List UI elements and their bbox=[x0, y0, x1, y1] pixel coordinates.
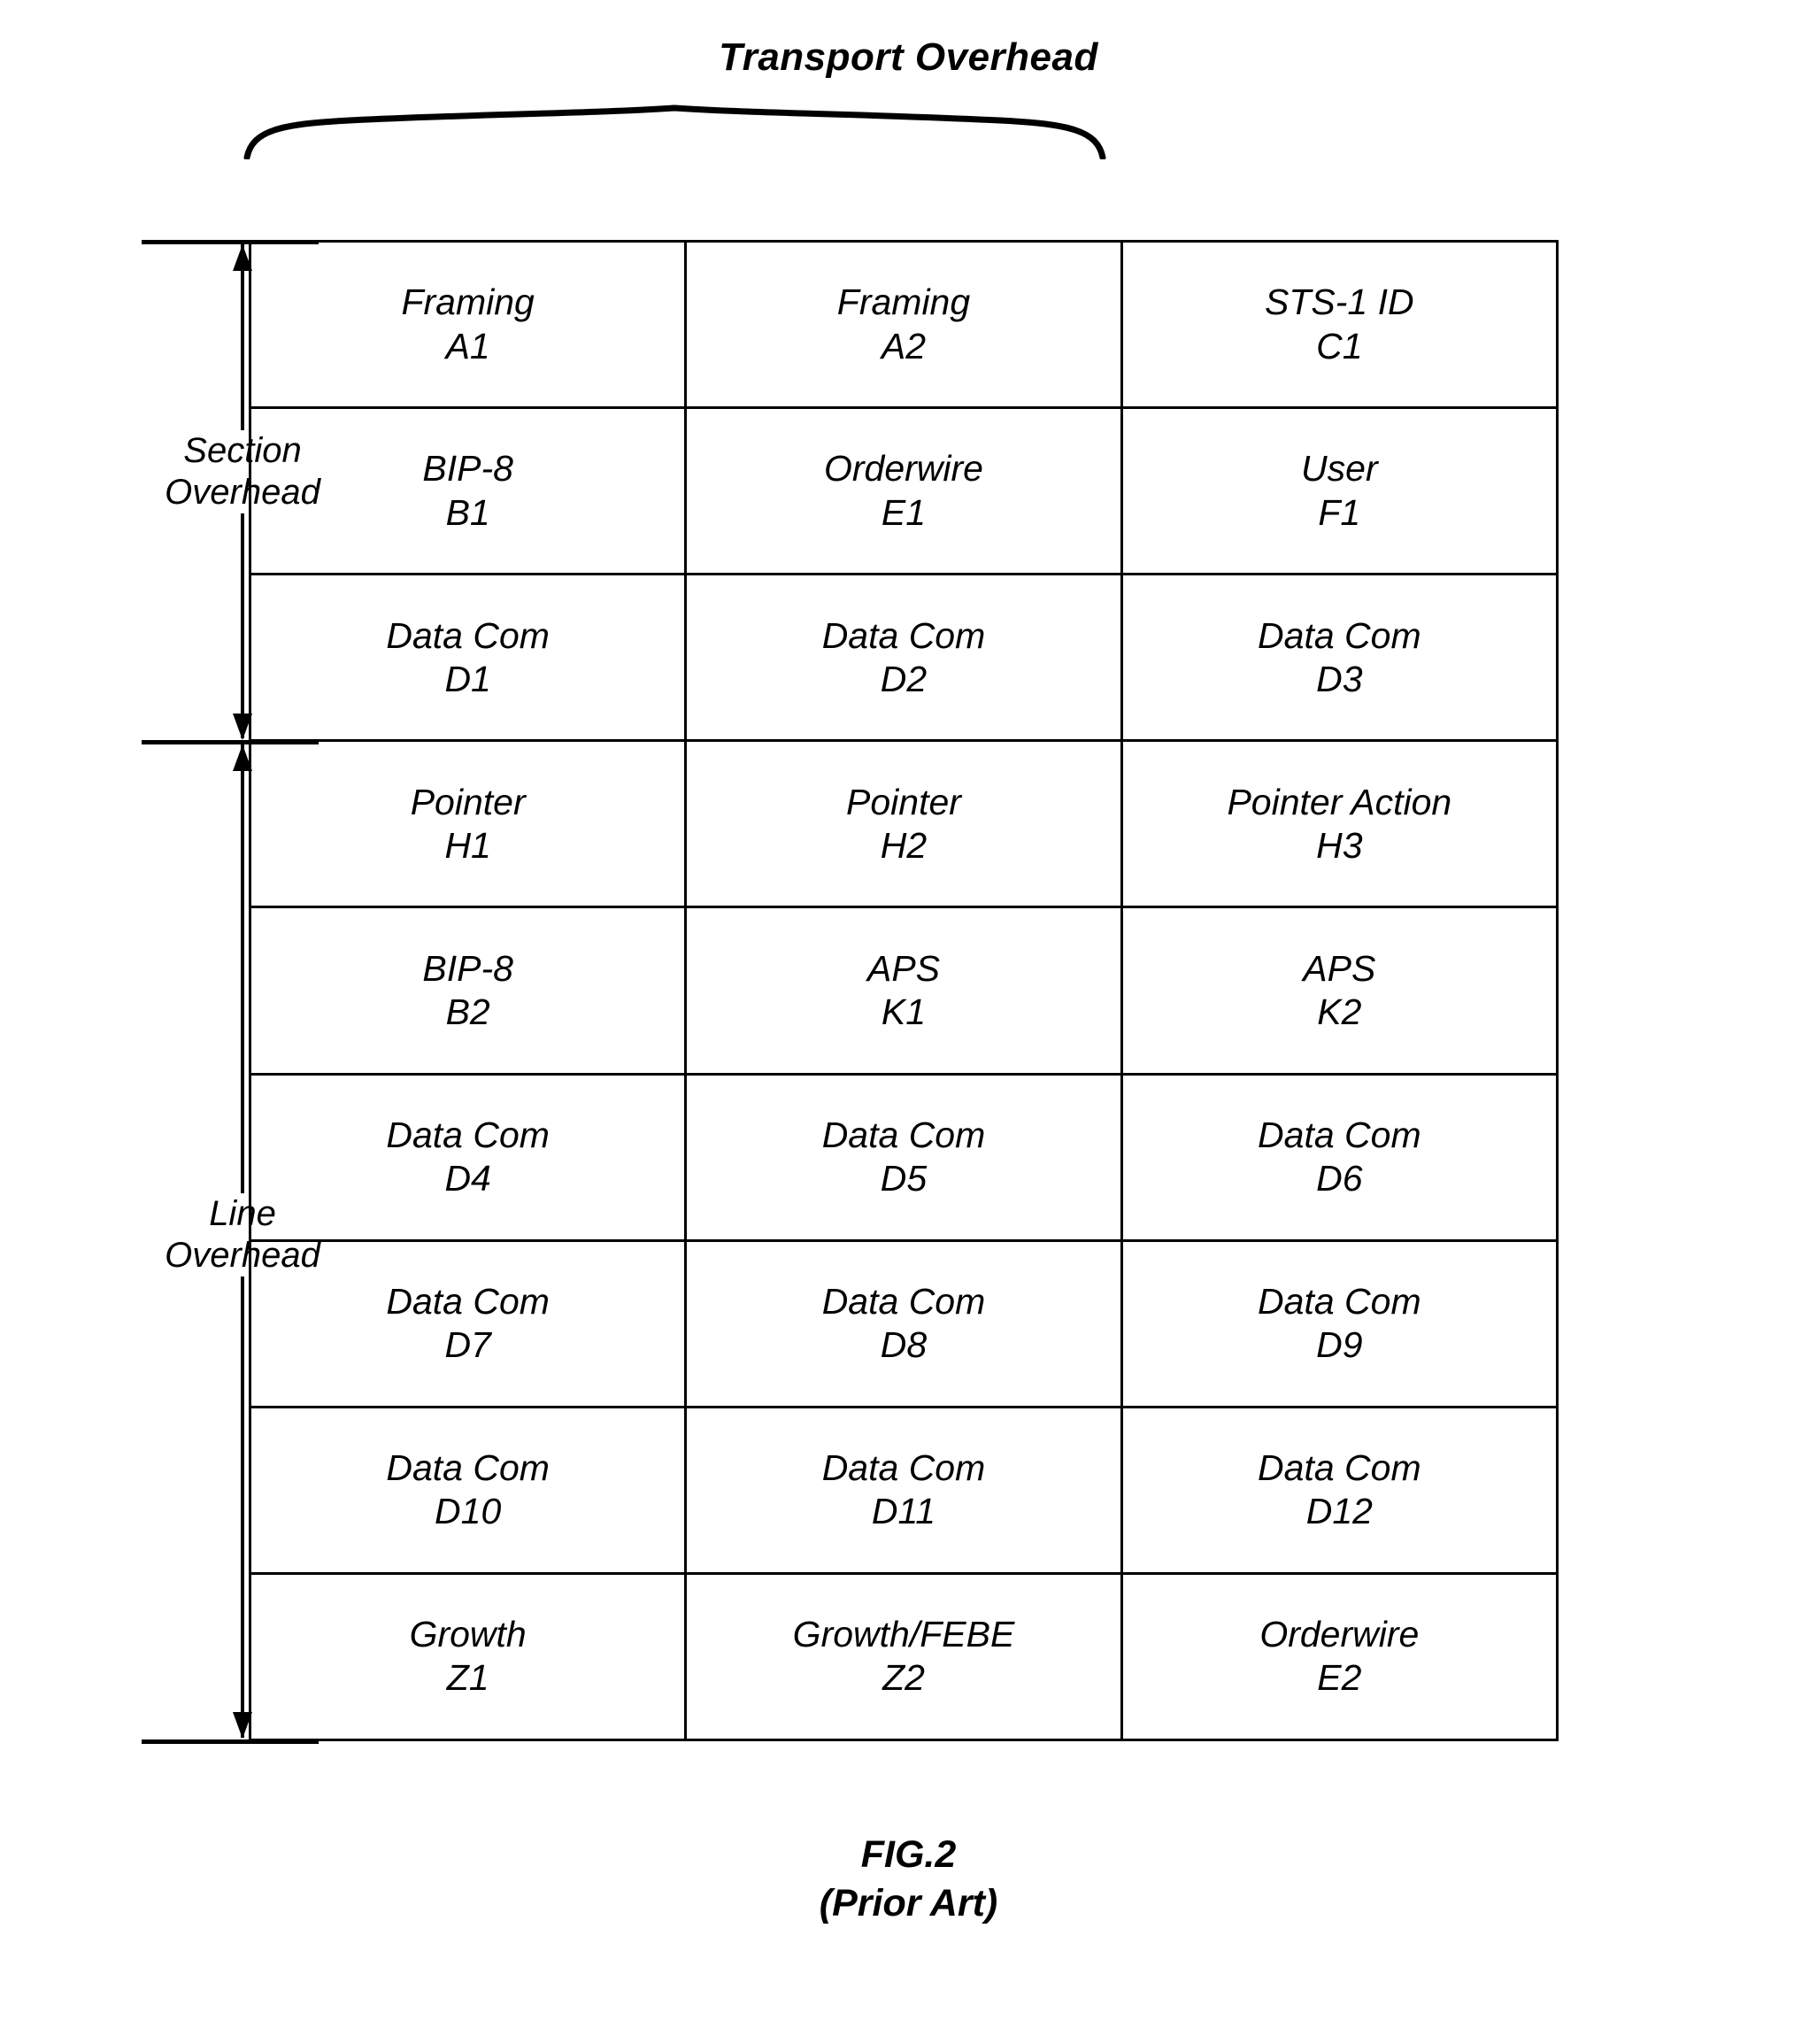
overhead-byte-code: D2 bbox=[880, 658, 928, 699]
overhead-byte-cell: Orderwire E2 bbox=[1120, 1571, 1559, 1742]
overhead-byte-name: Data Com bbox=[821, 1447, 986, 1489]
overhead-byte-code: D4 bbox=[444, 1158, 491, 1199]
overhead-byte-cell: Data Com D6 bbox=[1120, 1072, 1559, 1242]
overhead-byte-name: Orderwire bbox=[1259, 1614, 1420, 1655]
overhead-byte-code: H1 bbox=[444, 824, 491, 866]
overhead-byte-cell: STS-1 ID C1 bbox=[1120, 239, 1559, 410]
overhead-byte-code: D10 bbox=[435, 1491, 502, 1532]
overhead-byte-code: D11 bbox=[871, 1491, 936, 1532]
overhead-byte-cell: BIP-8 B2 bbox=[248, 906, 688, 1076]
overhead-byte-code: D9 bbox=[1316, 1324, 1363, 1366]
table-row: Growth Z1 Growth/FEBE Z2 Orderwire E2 bbox=[248, 1571, 1559, 1742]
overhead-byte-cell: Data Com D9 bbox=[1120, 1238, 1559, 1408]
brace-svg bbox=[243, 104, 1106, 161]
overhead-byte-name: Data Com bbox=[821, 1281, 986, 1323]
overhead-byte-cell: Pointer Action H3 bbox=[1120, 739, 1559, 909]
overhead-byte-code: C1 bbox=[1316, 325, 1363, 366]
overhead-byte-cell: Pointer H1 bbox=[248, 739, 688, 909]
overhead-byte-code: K1 bbox=[881, 991, 927, 1032]
overhead-byte-name: Orderwire bbox=[824, 448, 983, 490]
overhead-byte-code: D8 bbox=[880, 1324, 928, 1366]
overhead-byte-code: H3 bbox=[1316, 824, 1363, 866]
overhead-byte-name: BIP-8 bbox=[422, 947, 513, 989]
overhead-byte-name: Data Com bbox=[1258, 1281, 1421, 1323]
overhead-byte-name: Pointer bbox=[410, 781, 526, 822]
overhead-byte-code: D1 bbox=[444, 658, 491, 699]
table-row: Data Com D1 Data Com D2 Data Com D3 bbox=[248, 573, 1559, 743]
overhead-byte-cell: Orderwire E1 bbox=[684, 406, 1123, 576]
overhead-byte-name: Data Com bbox=[821, 1114, 986, 1155]
overhead-byte-code: A1 bbox=[445, 325, 490, 366]
table-row: Data Com D4 Data Com D5 Data Com D6 bbox=[248, 1072, 1559, 1242]
overhead-byte-cell: APS K1 bbox=[684, 906, 1123, 1076]
table-row: BIP-8 B2 APS K1 APS K2 bbox=[248, 906, 1559, 1076]
overhead-byte-cell: Data Com D5 bbox=[684, 1072, 1123, 1242]
overhead-byte-code: D6 bbox=[1316, 1158, 1363, 1199]
overhead-byte-name: Growth/FEBE bbox=[792, 1614, 1015, 1655]
overhead-byte-cell: Data Com D3 bbox=[1120, 573, 1559, 743]
prior-art-note: (Prior Art) bbox=[819, 1882, 998, 1925]
overhead-byte-cell: Data Com D10 bbox=[248, 1405, 688, 1575]
overhead-byte-name: Data Com bbox=[386, 1447, 550, 1489]
overhead-byte-cell: Data Com D11 bbox=[684, 1405, 1123, 1575]
transport-overhead-table: Framing A1 Framing A2 STS-1 ID C1 BIP-8 B1 Order… bbox=[248, 239, 1559, 1742]
overhead-byte-name: Data Com bbox=[821, 614, 986, 656]
overhead-byte-cell: Data Com D8 bbox=[684, 1238, 1123, 1408]
overhead-byte-cell: Data Com D7 bbox=[248, 1238, 688, 1408]
overhead-byte-code: D3 bbox=[1316, 658, 1363, 699]
overhead-byte-code: F1 bbox=[1318, 491, 1361, 533]
overhead-byte-cell: Data Com D4 bbox=[248, 1072, 688, 1242]
overhead-byte-cell: Data Com D1 bbox=[248, 573, 688, 743]
overhead-byte-code: K2 bbox=[1317, 991, 1362, 1032]
overhead-byte-cell: BIP-8 B1 bbox=[248, 406, 688, 576]
overhead-byte-name: BIP-8 bbox=[422, 448, 513, 490]
overhead-byte-code: B2 bbox=[445, 991, 490, 1032]
overhead-byte-name: Data Com bbox=[1258, 614, 1421, 656]
overhead-byte-code: Z1 bbox=[446, 1657, 489, 1699]
overhead-byte-code: A2 bbox=[881, 325, 927, 366]
figure-caption: FIG.2 (Prior Art) bbox=[0, 1831, 1817, 1928]
overhead-byte-name: Data Com bbox=[386, 1114, 550, 1155]
overhead-byte-name: Data Com bbox=[386, 1281, 550, 1323]
overhead-byte-cell: APS K2 bbox=[1120, 906, 1559, 1076]
overhead-byte-cell: Framing A2 bbox=[684, 239, 1123, 410]
figure-number: FIG.2 bbox=[860, 1833, 957, 1876]
overhead-byte-name: Data Com bbox=[386, 614, 550, 656]
transport-overhead-brace bbox=[243, 104, 1106, 161]
overhead-byte-cell: Pointer H2 bbox=[684, 739, 1123, 909]
overhead-byte-code: D12 bbox=[1305, 1491, 1373, 1532]
overhead-byte-name: User bbox=[1301, 448, 1378, 490]
figure-title: Transport Overhead bbox=[719, 35, 1098, 79]
overhead-byte-cell: Data Com D2 bbox=[684, 573, 1123, 743]
overhead-byte-name: Growth bbox=[409, 1614, 527, 1655]
overhead-byte-name: Data Com bbox=[1258, 1447, 1421, 1489]
overhead-byte-code: D5 bbox=[880, 1158, 928, 1199]
table-row: Framing A1 Framing A2 STS-1 ID C1 bbox=[248, 239, 1559, 410]
overhead-byte-code: D7 bbox=[444, 1324, 491, 1366]
transport-overhead-table-body: Framing A1 Framing A2 STS-1 ID C1 BIP-8 B1 Order… bbox=[248, 239, 1559, 1742]
overhead-byte-name: APS bbox=[1303, 947, 1376, 989]
overhead-byte-name: APS bbox=[866, 947, 941, 989]
table-row: Data Com D10 Data Com D11 Data Com D12 bbox=[248, 1405, 1559, 1575]
overhead-byte-name: STS-1 ID bbox=[1265, 282, 1414, 323]
overhead-byte-code: B1 bbox=[445, 491, 490, 533]
overhead-byte-name: Pointer Action bbox=[1227, 781, 1452, 822]
overhead-byte-code: E1 bbox=[881, 491, 927, 533]
overhead-byte-name: Framing bbox=[836, 282, 971, 323]
overhead-byte-name: Pointer bbox=[846, 781, 961, 822]
table-row: Data Com D7 Data Com D8 Data Com D9 bbox=[248, 1238, 1559, 1408]
overhead-byte-name: Data Com bbox=[1258, 1114, 1421, 1155]
table-row: BIP-8 B1 Orderwire E1 User F1 bbox=[248, 406, 1559, 576]
overhead-byte-code: Z2 bbox=[882, 1657, 925, 1699]
overhead-byte-cell: User F1 bbox=[1120, 406, 1559, 576]
table-row: Pointer H1 Pointer H2 Pointer Action H3 bbox=[248, 739, 1559, 909]
overhead-byte-code: E2 bbox=[1317, 1657, 1362, 1699]
overhead-byte-cell: Framing A1 bbox=[248, 239, 688, 410]
overhead-byte-cell: Growth Z1 bbox=[248, 1571, 688, 1742]
overhead-byte-cell: Growth/FEBE Z2 bbox=[684, 1571, 1123, 1742]
overhead-byte-code: H2 bbox=[880, 824, 928, 866]
overhead-byte-name: Framing bbox=[401, 282, 535, 323]
overhead-byte-cell: Data Com D12 bbox=[1120, 1405, 1559, 1575]
